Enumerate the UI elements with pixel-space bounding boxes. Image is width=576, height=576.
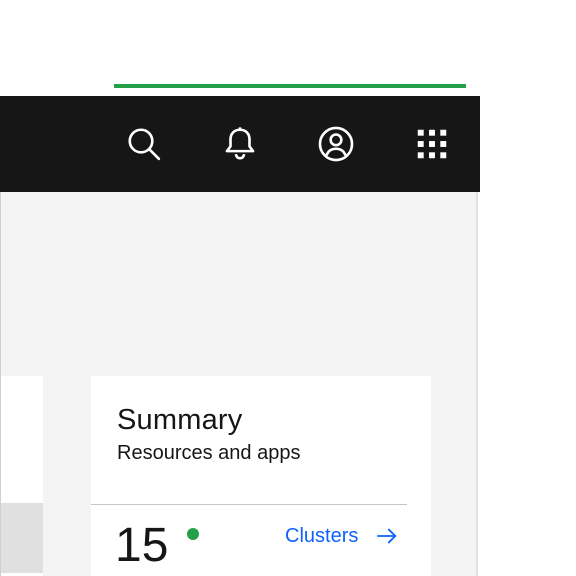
top-nav-bar <box>0 96 480 192</box>
app-root: Summary Resources and apps 15 Clusters <box>0 0 576 576</box>
partial-card <box>1 376 43 576</box>
notifications-button[interactable] <box>192 96 288 192</box>
loading-progress-bar <box>114 84 466 88</box>
user-avatar-icon <box>317 125 355 163</box>
cluster-count: 15 <box>115 519 169 572</box>
clusters-link-label: Clusters <box>285 524 359 547</box>
status-indicator-dot <box>187 528 199 540</box>
clusters-link[interactable]: Clusters <box>285 521 398 551</box>
search-icon <box>125 125 163 163</box>
arrow-right-icon <box>376 525 398 547</box>
card-divider <box>91 504 407 505</box>
user-profile-button[interactable] <box>288 96 384 192</box>
app-switcher-button[interactable] <box>384 96 480 192</box>
bell-icon <box>221 125 259 163</box>
summary-subtitle: Resources and apps <box>117 442 301 464</box>
app-switcher-icon <box>413 125 451 163</box>
dashboard-content: Summary Resources and apps 15 Clusters <box>0 192 478 576</box>
summary-card: Summary Resources and apps 15 Clusters <box>91 376 431 576</box>
summary-title: Summary <box>117 404 243 436</box>
card-footer-strip <box>1 503 43 573</box>
search-button[interactable] <box>96 96 192 192</box>
